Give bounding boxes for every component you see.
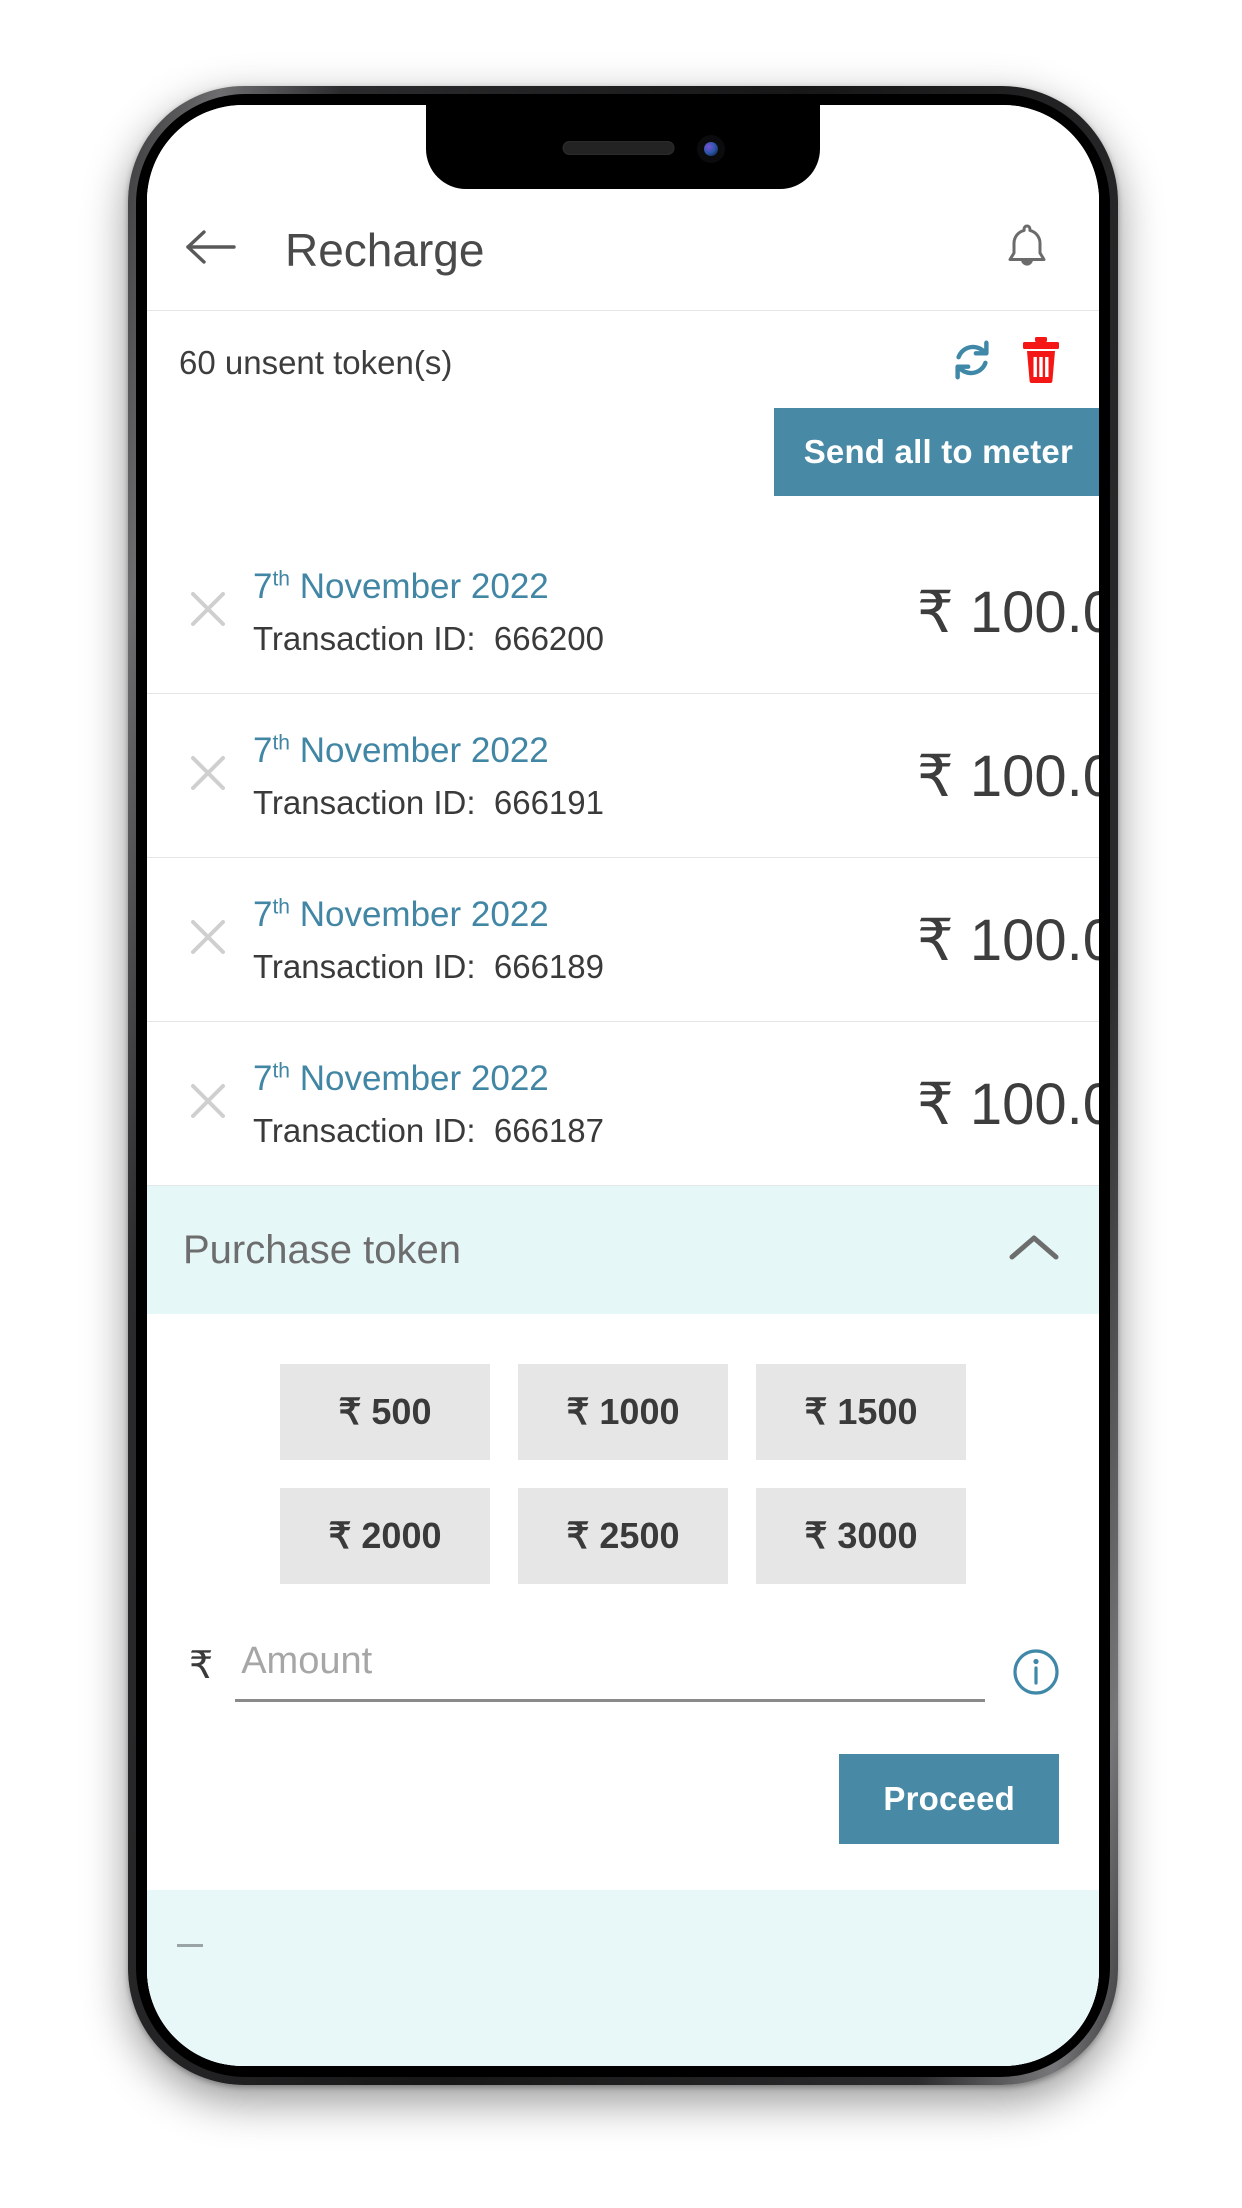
rupee-symbol-icon: ₹	[189, 1645, 214, 1687]
transaction-id-label: Transaction ID:	[253, 948, 476, 986]
preset-amount-3000[interactable]: ₹ 3000	[756, 1488, 966, 1584]
table-row[interactable]: 7th November 2022 Transaction ID: 666187…	[147, 1022, 1099, 1186]
transaction-id-label: Transaction ID:	[253, 620, 476, 658]
transaction-day: 7	[253, 1058, 273, 1098]
transaction-id-value: 666187	[493, 1112, 604, 1150]
earpiece-speaker	[562, 141, 675, 155]
unsent-token-summary: 60 unsent token(s)	[147, 311, 1099, 396]
purchase-token-body: ₹ 500 ₹ 1000 ₹ 1500 ₹ 2000 ₹ 2500 ₹ 3000…	[147, 1314, 1099, 1844]
preset-amount-500[interactable]: ₹ 500	[280, 1364, 490, 1460]
transaction-day-ordinal: th	[272, 1058, 290, 1082]
transaction-day-ordinal: th	[272, 730, 290, 754]
transaction-info: 7th November 2022 Transaction ID: 666191	[245, 729, 907, 823]
preset-amount-grid: ₹ 500 ₹ 1000 ₹ 1500 ₹ 2000 ₹ 2500 ₹ 3000	[147, 1348, 1099, 1584]
purchase-token-header[interactable]: Purchase token	[147, 1186, 1099, 1314]
transaction-month-year: November 2022	[299, 730, 549, 770]
screenshot-canvas: Recharge 60 unsent token(s) Send all to …	[0, 0, 1242, 2208]
app-bar: Recharge	[147, 189, 1099, 311]
panel-placeholder-dash	[177, 1944, 203, 1947]
transaction-info: 7th November 2022 Transaction ID: 666200	[245, 565, 907, 659]
notifications-button[interactable]	[989, 212, 1065, 288]
transaction-id-label: Transaction ID:	[253, 784, 476, 822]
transaction-day: 7	[253, 730, 273, 770]
transaction-amount: ₹ 100.0	[916, 1071, 1099, 1137]
transaction-date: 7th November 2022	[253, 565, 907, 609]
transaction-day: 7	[253, 894, 273, 934]
transaction-date: 7th November 2022	[253, 893, 907, 937]
close-icon	[187, 752, 229, 799]
bell-icon	[1004, 221, 1050, 278]
info-button[interactable]	[1011, 1647, 1061, 1702]
phone-notch	[426, 105, 820, 189]
transaction-info: 7th November 2022 Transaction ID: 666189	[245, 893, 907, 987]
proceed-row: Proceed	[147, 1702, 1099, 1844]
transaction-list: 7th November 2022 Transaction ID: 666200…	[147, 530, 1099, 1186]
transaction-id: Transaction ID: 666187	[253, 1112, 907, 1150]
close-icon	[187, 1080, 229, 1127]
close-icon	[187, 916, 229, 963]
table-row[interactable]: 7th November 2022 Transaction ID: 666200…	[147, 530, 1099, 694]
transaction-amount: ₹ 100.0	[916, 907, 1099, 973]
delete-all-button[interactable]	[1021, 337, 1061, 388]
transaction-day-ordinal: th	[272, 566, 290, 590]
transaction-date: 7th November 2022	[253, 729, 907, 773]
transaction-id-value: 666189	[493, 948, 604, 986]
transaction-id: Transaction ID: 666189	[253, 948, 907, 986]
send-all-to-meter-button[interactable]: Send all to meter	[773, 408, 1099, 496]
remove-token-button[interactable]	[171, 916, 245, 963]
table-row[interactable]: 7th November 2022 Transaction ID: 666189…	[147, 858, 1099, 1022]
transaction-amount: ₹ 100.0	[916, 579, 1099, 645]
transaction-day-ordinal: th	[272, 894, 290, 918]
send-all-row: Send all to meter	[147, 396, 1099, 496]
transaction-date: 7th November 2022	[253, 1057, 907, 1101]
phone-screen: Recharge 60 unsent token(s) Send all to …	[147, 105, 1099, 2066]
transaction-id-value: 666191	[493, 784, 604, 822]
proceed-button[interactable]: Proceed	[839, 1754, 1059, 1844]
purchase-token-title: Purchase token	[183, 1227, 461, 1272]
preset-amount-2500[interactable]: ₹ 2500	[518, 1488, 728, 1584]
unsent-token-count: 60 unsent token(s)	[179, 343, 453, 381]
transaction-amount: ₹ 100.0	[916, 743, 1099, 809]
remove-token-button[interactable]	[171, 1080, 245, 1127]
table-row[interactable]: 7th November 2022 Transaction ID: 666191…	[147, 694, 1099, 858]
refresh-button[interactable]	[949, 337, 995, 388]
transaction-month-year: November 2022	[299, 566, 549, 606]
transaction-id: Transaction ID: 666191	[253, 784, 907, 822]
transaction-month-year: November 2022	[299, 1058, 549, 1098]
preset-amount-2000[interactable]: ₹ 2000	[280, 1488, 490, 1584]
preset-amount-1000[interactable]: ₹ 1000	[518, 1364, 728, 1460]
phone-device-frame: Recharge 60 unsent token(s) Send all to …	[128, 86, 1118, 2085]
amount-entry-row: ₹	[147, 1584, 1099, 1702]
transaction-id: Transaction ID: 666200	[253, 620, 907, 658]
close-icon	[187, 588, 229, 635]
transaction-info: 7th November 2022 Transaction ID: 666187	[245, 1057, 907, 1151]
remove-token-button[interactable]	[171, 588, 245, 635]
transaction-month-year: November 2022	[299, 894, 549, 934]
page-title: Recharge	[285, 223, 485, 276]
transaction-day: 7	[253, 566, 273, 606]
amount-input[interactable]	[235, 1640, 985, 1702]
next-collapsed-panel[interactable]	[147, 1890, 1099, 2066]
transaction-id-value: 666200	[493, 620, 604, 658]
app-root: Recharge 60 unsent token(s) Send all to …	[147, 105, 1099, 2066]
token-actions	[949, 337, 1061, 388]
back-button[interactable]	[173, 212, 249, 288]
transaction-id-label: Transaction ID:	[253, 1112, 476, 1150]
chevron-up-icon[interactable]	[1007, 1231, 1061, 1270]
arrow-left-icon	[184, 225, 238, 274]
preset-amount-1500[interactable]: ₹ 1500	[756, 1364, 966, 1460]
remove-token-button[interactable]	[171, 752, 245, 799]
front-camera	[697, 135, 725, 163]
